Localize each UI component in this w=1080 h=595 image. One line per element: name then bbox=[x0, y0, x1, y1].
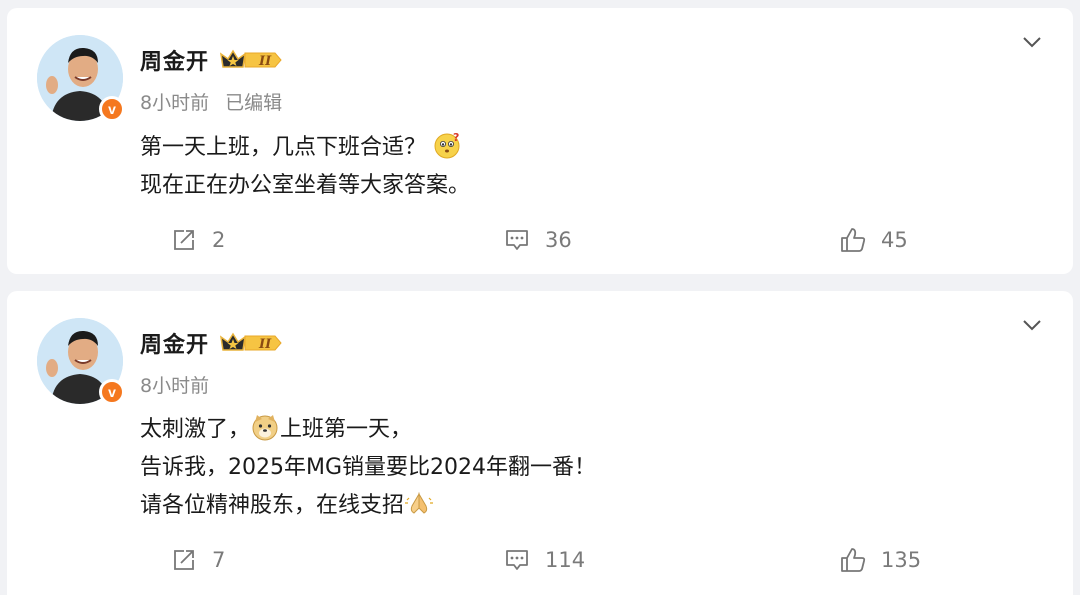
like-count: 135 bbox=[881, 548, 922, 572]
like-button[interactable]: 45 bbox=[839, 226, 908, 254]
share-icon bbox=[174, 550, 194, 570]
edited-label: 已编辑 bbox=[225, 92, 283, 114]
svg-text:II: II bbox=[258, 337, 272, 352]
repost-button[interactable]: 7 bbox=[170, 546, 225, 574]
doge-face-icon bbox=[252, 415, 278, 441]
thumbs-up-icon bbox=[841, 228, 866, 252]
svg-text:II: II bbox=[258, 54, 272, 69]
comment-button[interactable]: 114 bbox=[503, 546, 585, 574]
post-line: 第一天上班，几点下班合适？ bbox=[140, 135, 427, 160]
share-icon bbox=[174, 230, 194, 250]
comment-button[interactable]: 36 bbox=[503, 226, 572, 254]
comment-icon bbox=[506, 550, 528, 570]
thumbs-up-icon bbox=[841, 548, 866, 572]
verified-badge-icon: v bbox=[99, 379, 125, 405]
repost-count: 7 bbox=[212, 548, 226, 572]
comment-count: 114 bbox=[545, 548, 586, 572]
repost-count: 2 bbox=[212, 228, 226, 252]
chevron-down-icon[interactable] bbox=[1021, 31, 1043, 53]
comment-icon bbox=[506, 230, 528, 250]
post-time: 8小时前 bbox=[140, 92, 210, 114]
post-content: 第一天上班，几点下班合适？ ? 现在正在办公室坐着等大家答案。 bbox=[140, 129, 470, 205]
post-line: 告诉我，2025年MG销量要比2024年翻一番！ bbox=[140, 455, 597, 480]
verified-badge-icon: v bbox=[99, 96, 125, 122]
thinking-face-icon: ? bbox=[434, 131, 460, 159]
like-button[interactable]: 135 bbox=[839, 546, 921, 574]
author-name[interactable]: 周金开 bbox=[140, 327, 209, 359]
post-line: 太刺激了， bbox=[140, 417, 251, 442]
chevron-down-icon[interactable] bbox=[1021, 314, 1043, 336]
vip-crown-icon: II bbox=[220, 49, 282, 69]
avatar[interactable]: v bbox=[37, 35, 125, 122]
avatar[interactable]: v bbox=[37, 318, 125, 405]
comment-count: 36 bbox=[545, 228, 572, 252]
vip-crown-icon: II bbox=[220, 332, 282, 352]
folded-hands-icon bbox=[405, 492, 434, 514]
post-time: 8小时前 bbox=[140, 375, 210, 397]
post-line: 上班第一天， bbox=[280, 417, 413, 442]
post-line: 请各位精神股东，在线支招 bbox=[140, 493, 405, 518]
post-line: 现在正在办公室坐着等大家答案。 bbox=[140, 173, 471, 198]
repost-button[interactable]: 2 bbox=[170, 226, 225, 254]
author-name[interactable]: 周金开 bbox=[140, 44, 209, 76]
like-count: 45 bbox=[881, 228, 908, 252]
svg-text:?: ? bbox=[453, 131, 459, 144]
post-card: v 周金开 II 8小时前 已编辑 第一天上班，几点下班合适？ ? 现在正在办公… bbox=[7, 8, 1073, 274]
post-content: 太刺激了， 上班第一天， 告诉我，2025年MG销量要比2024年翻一番！ 请各… bbox=[140, 411, 596, 525]
post-card: v 周金开 II 8小时前 太刺激了， 上班第一天， 告诉我，2025年MG销量… bbox=[7, 291, 1073, 595]
